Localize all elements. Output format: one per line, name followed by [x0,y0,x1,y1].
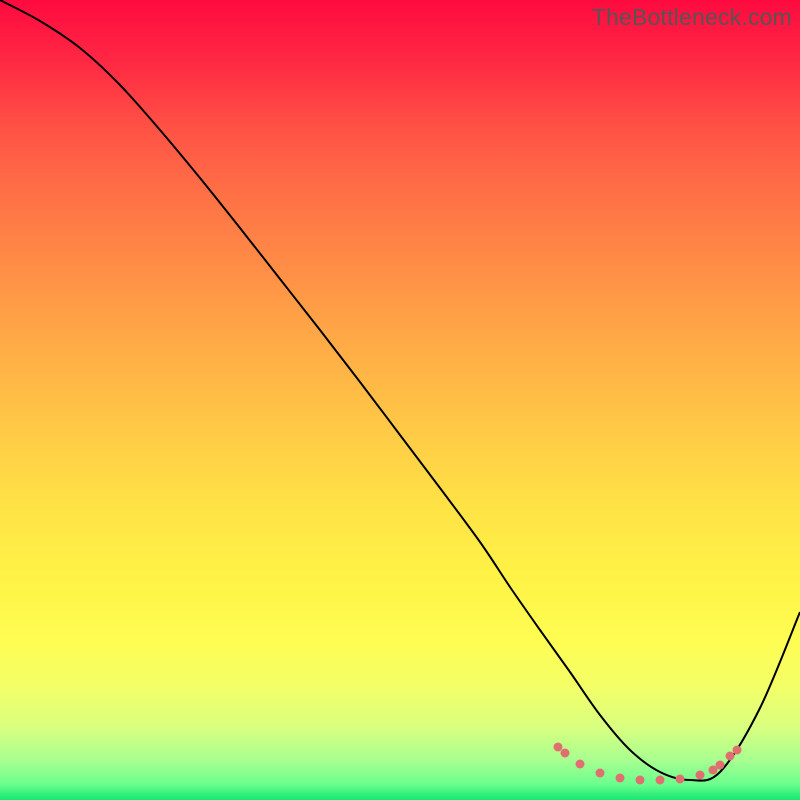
highlight-dot [726,752,735,761]
highlight-dot [696,771,705,780]
highlight-dot [561,749,570,758]
highlight-dot [656,776,665,785]
highlight-dot [636,776,645,785]
curve-svg [0,0,800,800]
highlight-dot [576,760,585,769]
highlight-dot [716,761,725,770]
highlight-dot [676,775,685,784]
highlight-dot [554,743,563,752]
highlight-dot [616,774,625,783]
chart-container: TheBottleneck.com [0,0,800,800]
highlight-dot [733,746,742,755]
bottleneck-curve-path [0,0,800,781]
highlight-dot [596,769,605,778]
